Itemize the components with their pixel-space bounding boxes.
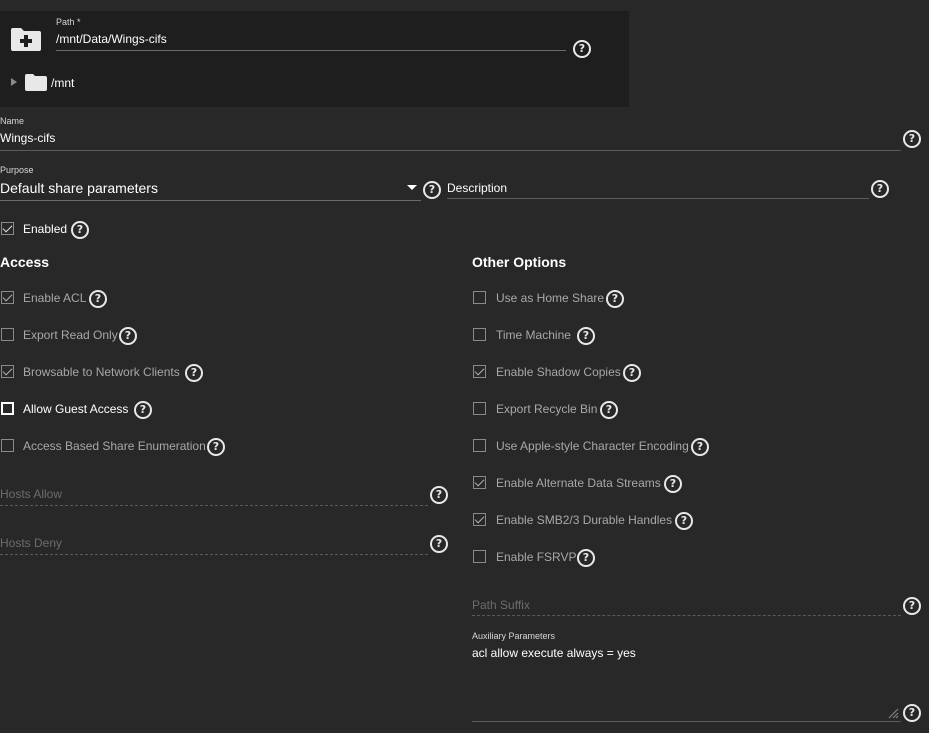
aux-params-help-icon[interactable] <box>903 704 921 722</box>
export-read-only-checkbox[interactable] <box>1 328 14 341</box>
name-input[interactable]: Wings-cifs <box>0 131 55 145</box>
path-suffix-underline <box>472 615 901 616</box>
purpose-help-icon[interactable] <box>423 181 441 199</box>
tree-expand-icon[interactable] <box>11 78 17 86</box>
purpose-underline <box>0 200 421 201</box>
allow-guest-label[interactable]: Allow Guest Access <box>23 402 128 416</box>
abse-label[interactable]: Access Based Share Enumeration <box>23 439 206 453</box>
apple-encoding-help-icon[interactable] <box>691 438 709 456</box>
alt-data-streams-checkbox[interactable] <box>473 476 486 489</box>
enable-acl-help-icon[interactable] <box>89 290 107 308</box>
fsrvp-label[interactable]: Enable FSRVP <box>496 550 577 564</box>
export-read-only-help-icon[interactable] <box>119 327 137 345</box>
recycle-bin-help-icon[interactable] <box>600 401 618 419</box>
hosts-allow-help-icon[interactable] <box>430 486 448 504</box>
enabled-label[interactable]: Enabled <box>23 222 67 236</box>
path-picker-panel <box>0 11 629 107</box>
shadow-copies-help-icon[interactable] <box>623 364 641 382</box>
abse-help-icon[interactable] <box>207 438 225 456</box>
fsrvp-checkbox[interactable] <box>473 550 486 563</box>
tree-item-mnt[interactable]: /mnt <box>51 76 74 90</box>
hosts-deny-help-icon[interactable] <box>430 535 448 553</box>
durable-handles-checkbox[interactable] <box>473 513 486 526</box>
allow-guest-checkbox[interactable] <box>1 402 14 415</box>
other-options-section-title: Other Options <box>472 254 567 270</box>
hosts-deny-underline <box>0 554 428 555</box>
access-section-title: Access <box>0 254 50 270</box>
alt-data-streams-label[interactable]: Enable Alternate Data Streams <box>496 476 661 490</box>
enable-acl-checkbox[interactable] <box>1 291 14 304</box>
recycle-bin-checkbox[interactable] <box>473 402 486 415</box>
fsrvp-help-icon[interactable] <box>577 549 595 567</box>
export-read-only-label[interactable]: Export Read Only <box>23 328 118 342</box>
hosts-deny-input[interactable]: Hosts Deny <box>0 536 62 550</box>
allow-guest-help-icon[interactable] <box>134 401 152 419</box>
time-machine-help-icon[interactable] <box>577 327 595 345</box>
time-machine-checkbox[interactable] <box>473 328 486 341</box>
chevron-down-icon[interactable] <box>407 185 417 190</box>
durable-handles-label[interactable]: Enable SMB2/3 Durable Handles <box>496 513 672 527</box>
path-input[interactable]: /mnt/Data/Wings-cifs <box>56 32 167 46</box>
home-share-checkbox[interactable] <box>473 291 486 304</box>
enable-acl-label[interactable]: Enable ACL <box>23 291 86 305</box>
name-underline <box>0 150 901 151</box>
shadow-copies-checkbox[interactable] <box>473 365 486 378</box>
shadow-copies-label[interactable]: Enable Shadow Copies <box>496 365 621 379</box>
apple-encoding-label[interactable]: Use Apple-style Character Encoding <box>496 439 689 453</box>
recycle-bin-label[interactable]: Export Recycle Bin <box>496 402 597 416</box>
enabled-help-icon[interactable] <box>71 221 89 239</box>
hosts-allow-underline <box>0 505 428 506</box>
durable-handles-help-icon[interactable] <box>675 512 693 530</box>
description-help-icon[interactable] <box>871 180 889 198</box>
name-label: Name <box>0 116 25 126</box>
abse-checkbox[interactable] <box>1 439 14 452</box>
time-machine-label[interactable]: Time Machine <box>496 328 571 342</box>
description-underline <box>447 198 869 199</box>
folder-icon <box>25 74 47 91</box>
aux-params-textarea[interactable]: acl allow execute always = yes <box>472 646 636 660</box>
enabled-checkbox[interactable] <box>1 222 14 235</box>
path-suffix-input[interactable]: Path Suffix <box>472 598 530 612</box>
purpose-label: Purpose <box>0 165 34 175</box>
aux-params-label: Auxiliary Parameters <box>472 631 556 641</box>
browsable-label[interactable]: Browsable to Network Clients <box>23 365 180 379</box>
hosts-allow-input[interactable]: Hosts Allow <box>0 487 62 501</box>
path-input-underline <box>56 50 566 51</box>
alt-data-streams-help-icon[interactable] <box>664 475 682 493</box>
aux-params-underline <box>472 721 901 722</box>
path-label: Path * <box>56 17 81 27</box>
apple-encoding-checkbox[interactable] <box>473 439 486 452</box>
path-help-icon[interactable] <box>573 40 591 58</box>
home-share-label[interactable]: Use as Home Share <box>496 291 604 305</box>
description-input[interactable]: Description <box>447 181 507 195</box>
name-help-icon[interactable] <box>903 130 921 148</box>
home-share-help-icon[interactable] <box>606 290 624 308</box>
add-folder-icon[interactable] <box>10 26 42 52</box>
path-suffix-help-icon[interactable] <box>903 597 921 615</box>
purpose-select[interactable]: Default share parameters <box>0 180 158 196</box>
browsable-help-icon[interactable] <box>185 364 203 382</box>
resize-handle-icon[interactable] <box>887 707 899 719</box>
browsable-checkbox[interactable] <box>1 365 14 378</box>
